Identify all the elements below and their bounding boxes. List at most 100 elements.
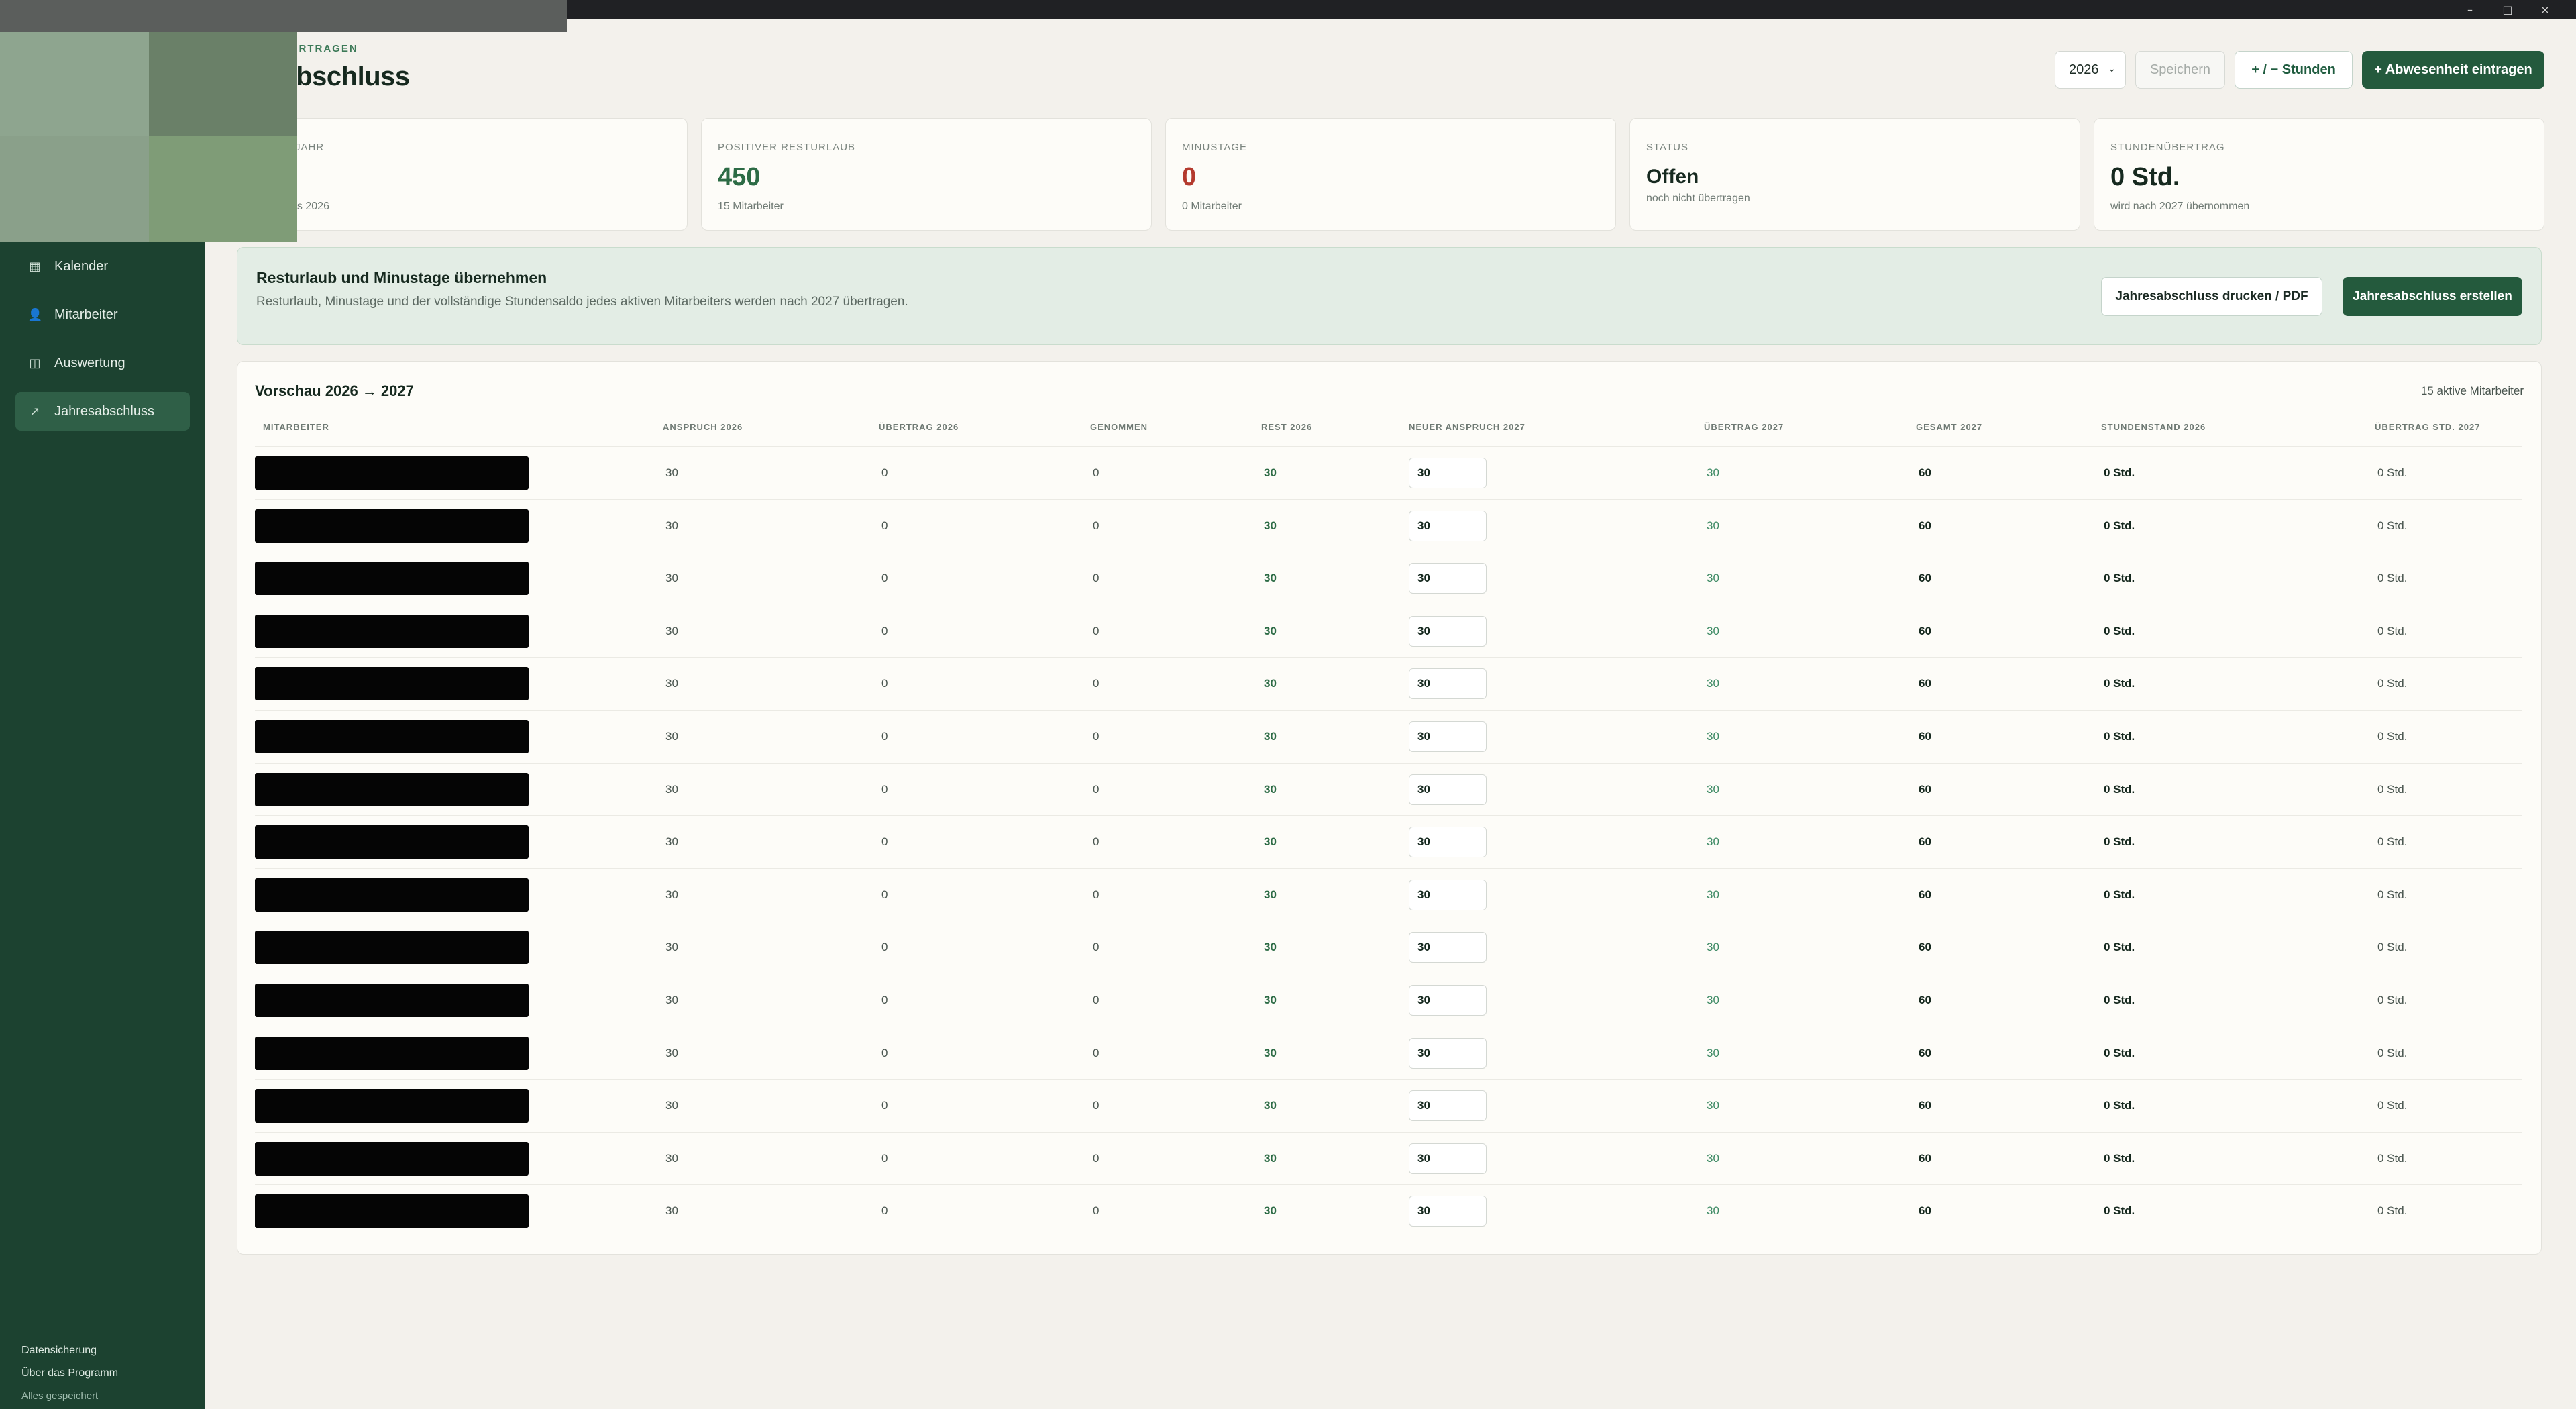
cell-genommen: 0 bbox=[1093, 782, 1099, 796]
stat-card-positive-remaining-leave: POSITIVER RESTURLAUB 450 15 Mitarbeiter bbox=[701, 118, 1152, 231]
close-button[interactable]: × bbox=[2526, 0, 2564, 19]
cell-std27: 0 Std. bbox=[2377, 835, 2408, 849]
sidebar-footer: Datensicherung Über das Programm Alles g… bbox=[0, 1315, 205, 1409]
new-entitlement-input[interactable] bbox=[1409, 879, 1487, 910]
cell-std27: 0 Std. bbox=[2377, 888, 2408, 901]
column-header: NEUER ANSPRUCH 2027 bbox=[1409, 422, 1525, 432]
cell-gesamt: 60 bbox=[1919, 1046, 1931, 1059]
year-select[interactable]: 2026 ⌄ bbox=[2055, 51, 2126, 89]
new-entitlement-input[interactable] bbox=[1409, 510, 1487, 541]
cell-uebertrag: 0 bbox=[881, 782, 888, 796]
new-entitlement-input[interactable] bbox=[1409, 984, 1487, 1016]
cell-genommen: 0 bbox=[1093, 677, 1099, 690]
employee-name-redacted bbox=[255, 825, 529, 859]
cell-uebertrag27: 30 bbox=[1707, 1204, 1719, 1218]
add-absence-button[interactable]: + Abwesenheit eintragen bbox=[2362, 51, 2544, 89]
minimize-button[interactable]: – bbox=[2451, 0, 2489, 19]
cell-uebertrag27: 30 bbox=[1707, 572, 1719, 585]
cell-stunden: 0 Std. bbox=[2104, 519, 2135, 532]
stats-row: AG INS JAHR7Abschluss 2026POSITIVER REST… bbox=[237, 118, 2544, 231]
sidebar-item-auswertung[interactable]: ◫ Auswertung bbox=[15, 344, 190, 382]
cell-anspruch: 30 bbox=[665, 993, 678, 1006]
stat-card-days-in-year: AG INS JAHR7Abschluss 2026 bbox=[237, 118, 688, 231]
new-entitlement-input[interactable] bbox=[1409, 563, 1487, 594]
cell-uebertrag27: 30 bbox=[1707, 677, 1719, 690]
new-entitlement-input[interactable] bbox=[1409, 615, 1487, 647]
employee-name-redacted bbox=[255, 878, 529, 912]
cell-uebertrag: 0 bbox=[881, 466, 888, 479]
employee-name-redacted bbox=[255, 614, 529, 648]
sidebar-item-jahresabschluss[interactable]: ↗ Jahresabschluss bbox=[15, 392, 190, 431]
cell-std27: 0 Std. bbox=[2377, 624, 2408, 637]
cell-gesamt: 60 bbox=[1919, 466, 1931, 479]
table-row: 30 0 0 30 30 60 0 Std. 0 Std. bbox=[255, 657, 2522, 710]
column-header: GENOMMEN bbox=[1090, 422, 1148, 432]
table-body: 30 0 0 30 30 60 0 Std. 0 Std. 30 0 0 30 30 60 0 Std. 0 … bbox=[255, 446, 2522, 1237]
year-select-value: 2026 bbox=[2069, 62, 2099, 77]
table-title: Vorschau 2026 → 2027 bbox=[255, 382, 414, 399]
new-entitlement-input[interactable] bbox=[1409, 458, 1487, 488]
columns-icon: ◫ bbox=[29, 356, 41, 370]
stat-subtext: 15 Mitarbeiter bbox=[718, 201, 784, 212]
stat-label: POSITIVER RESTURLAUB bbox=[718, 142, 856, 153]
cell-uebertrag27: 30 bbox=[1707, 1151, 1719, 1165]
main-content: UB ÜBERTRAGEN esabschluss 2026 ⌄ Speiche… bbox=[205, 19, 2576, 1409]
sidebar-item-mitarbeiter[interactable]: 👤 Mitarbeiter bbox=[15, 295, 190, 334]
table-row: 30 0 0 30 30 60 0 Std. 0 Std. bbox=[255, 499, 2522, 552]
cell-uebertrag: 0 bbox=[881, 835, 888, 849]
print-pdf-button[interactable]: Jahresabschluss drucken / PDF bbox=[2101, 277, 2322, 316]
stat-subtext: 0 Mitarbeiter bbox=[1182, 201, 1242, 212]
chevron-down-icon: ⌄ bbox=[2108, 64, 2116, 74]
column-header: MITARBEITER bbox=[263, 422, 329, 432]
cell-rest: 30 bbox=[1264, 519, 1277, 532]
stat-subtext: wird nach 2027 übernommen bbox=[2110, 201, 2250, 212]
cell-stunden: 0 Std. bbox=[2104, 1204, 2135, 1218]
calendar-icon: ▦ bbox=[29, 259, 41, 274]
cell-uebertrag27: 30 bbox=[1707, 782, 1719, 796]
cell-rest: 30 bbox=[1264, 466, 1277, 479]
new-entitlement-input[interactable] bbox=[1409, 1196, 1487, 1227]
cell-std27: 0 Std. bbox=[2377, 519, 2408, 532]
create-closing-button[interactable]: Jahresabschluss erstellen bbox=[2343, 277, 2522, 316]
new-entitlement-input[interactable] bbox=[1409, 668, 1487, 700]
sidebar-item-label: Mitarbeiter bbox=[54, 307, 118, 322]
save-button[interactable]: Speichern bbox=[2135, 51, 2225, 89]
new-entitlement-input[interactable] bbox=[1409, 1143, 1487, 1174]
sidebar-item-kalender[interactable]: ▦ Kalender bbox=[15, 247, 190, 286]
cell-std27: 0 Std. bbox=[2377, 1204, 2408, 1218]
overlay-tile bbox=[149, 136, 297, 242]
save-status: Alles gespeichert bbox=[21, 1390, 99, 1402]
cell-anspruch: 30 bbox=[665, 941, 678, 954]
backup-link[interactable]: Datensicherung bbox=[21, 1345, 97, 1357]
cell-uebertrag: 0 bbox=[881, 1151, 888, 1165]
employee-name-redacted bbox=[255, 983, 529, 1017]
new-entitlement-input[interactable] bbox=[1409, 932, 1487, 963]
employee-name-redacted bbox=[255, 1036, 529, 1070]
employee-name-redacted bbox=[255, 667, 529, 701]
cell-gesamt: 60 bbox=[1919, 729, 1931, 743]
cell-uebertrag27: 30 bbox=[1707, 941, 1719, 954]
employee-name-redacted bbox=[255, 509, 529, 543]
new-entitlement-input[interactable] bbox=[1409, 774, 1487, 805]
cell-gesamt: 60 bbox=[1919, 993, 1931, 1006]
stat-label: STUNDENÜBERTRAG bbox=[2110, 142, 2225, 153]
new-entitlement-input[interactable] bbox=[1409, 827, 1487, 858]
employee-name-redacted bbox=[255, 456, 529, 490]
new-entitlement-input[interactable] bbox=[1409, 1037, 1487, 1069]
table-row: 30 0 0 30 30 60 0 Std. 0 Std. bbox=[255, 604, 2522, 658]
cell-uebertrag: 0 bbox=[881, 1204, 888, 1218]
cell-uebertrag: 0 bbox=[881, 729, 888, 743]
cell-rest: 30 bbox=[1264, 677, 1277, 690]
sidebar-item-label: Kalender bbox=[54, 258, 109, 274]
stat-card-status: STATUS Offen noch nicht übertragen bbox=[1629, 118, 2080, 231]
cell-stunden: 0 Std. bbox=[2104, 1046, 2135, 1059]
about-link[interactable]: Über das Programm bbox=[21, 1367, 118, 1379]
hours-button[interactable]: + / − Stunden bbox=[2235, 51, 2353, 89]
stat-subtext: noch nicht übertragen bbox=[1646, 193, 1750, 204]
cell-genommen: 0 bbox=[1093, 624, 1099, 637]
cell-stunden: 0 Std. bbox=[2104, 835, 2135, 849]
new-entitlement-input[interactable] bbox=[1409, 1090, 1487, 1122]
new-entitlement-input[interactable] bbox=[1409, 721, 1487, 752]
table-row: 30 0 0 30 30 60 0 Std. 0 Std. bbox=[255, 815, 2522, 868]
maximize-button[interactable]: □ bbox=[2489, 0, 2526, 19]
